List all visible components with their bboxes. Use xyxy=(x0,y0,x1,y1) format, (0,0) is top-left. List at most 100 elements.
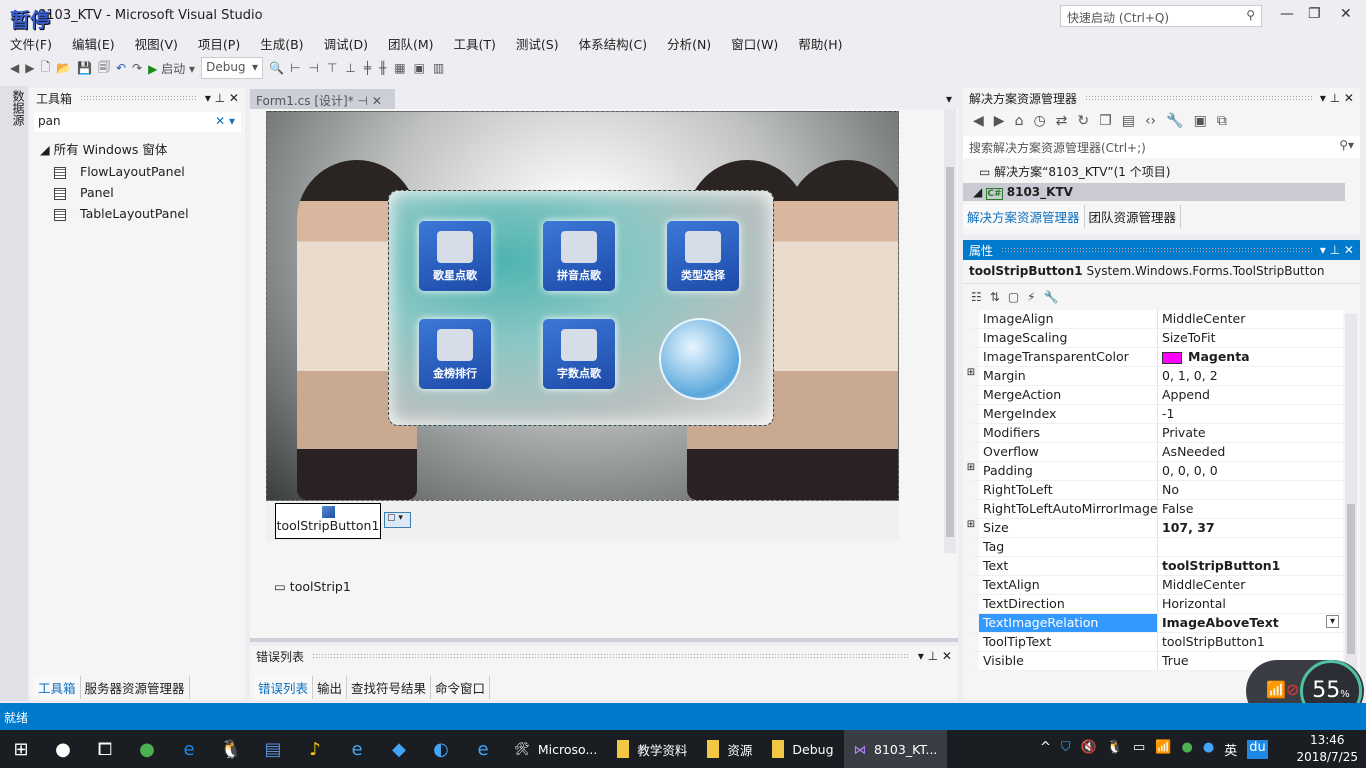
edge-icon[interactable]: e xyxy=(168,739,210,760)
task-view-icon[interactable]: ⧠ xyxy=(84,739,126,760)
taskbar-app-debug[interactable]: Debug xyxy=(762,730,843,768)
property-row[interactable]: MergeAction Append xyxy=(963,386,1343,405)
property-row[interactable]: MergeIndex -1 xyxy=(963,405,1343,424)
refresh-icon[interactable]: ↻ xyxy=(1077,113,1089,129)
tab-server-explorer[interactable]: 服务器资源管理器 xyxy=(81,676,190,699)
expand-icon[interactable]: ⊞ xyxy=(963,519,979,537)
qq-tray-icon[interactable]: 🐧 xyxy=(1107,740,1123,759)
expand-icon[interactable]: ⊞ xyxy=(963,462,979,480)
panel-controls-icon[interactable]: ▾ ⊥ ✕ xyxy=(1320,91,1354,105)
add-toolstrip-item-dropdown[interactable]: ▢ ▾ xyxy=(384,512,411,528)
battery-icon[interactable]: ▭ xyxy=(1133,740,1145,759)
expand-icon[interactable]: ⊞ xyxy=(963,367,979,385)
menu-file[interactable]: 文件(F) xyxy=(0,32,62,52)
form1-canvas[interactable]: 歌星点歌 拼音点歌 类型选择 金榜排行 字数点歌 xyxy=(266,111,899,501)
properties-scrollbar[interactable] xyxy=(1345,314,1357,694)
quick-launch-input[interactable]: 快速启动 (Ctrl+Q) ⚲ xyxy=(1060,5,1262,27)
data-sources-strip[interactable]: 数据源 xyxy=(0,86,28,701)
property-value[interactable]: 0, 1, 0, 2 xyxy=(1158,367,1343,385)
panel-controls-icon[interactable]: ▾ ⊥ ✕ xyxy=(918,649,952,663)
tool-strip-button[interactable]: toolStripButton1 xyxy=(275,503,381,539)
property-row[interactable]: RightToLeftAutoMirrorImage False xyxy=(963,500,1343,519)
scrollbar-thumb[interactable] xyxy=(946,167,954,537)
property-row[interactable]: ImageAlign MiddleCenter xyxy=(963,310,1343,329)
tab-solution-explorer[interactable]: 解决方案资源管理器 xyxy=(963,205,1085,228)
class-diagram-icon[interactable]: ⧉ xyxy=(1217,113,1227,129)
menu-help[interactable]: 帮助(H) xyxy=(788,32,852,52)
menu-tools[interactable]: 工具(T) xyxy=(444,32,506,52)
wechat-icon[interactable]: ● xyxy=(126,739,168,760)
tab-error-list[interactable]: 错误列表 xyxy=(254,676,314,699)
menu-build[interactable]: 生成(B) xyxy=(250,32,313,52)
video-editor-icon[interactable]: ▤ xyxy=(252,739,294,760)
component-tray-toolstrip1[interactable]: ▭ toolStrip1 xyxy=(274,579,351,594)
back-icon[interactable]: ◀ xyxy=(973,113,984,129)
wifi-icon[interactable]: 📶 xyxy=(1155,740,1171,759)
tab-output[interactable]: 输出 xyxy=(313,676,348,699)
word-count-song-button[interactable]: 字数点歌 xyxy=(543,319,615,389)
menu-project[interactable]: 项目(P) xyxy=(188,32,250,52)
clear-search-icon[interactable]: ✕ ▾ xyxy=(215,114,235,128)
start-icon[interactable]: ⊞ xyxy=(0,739,42,760)
forward-icon[interactable]: ▶ xyxy=(25,61,34,75)
tab-overflow-icon[interactable]: ▾ xyxy=(946,92,952,106)
save-all-icon[interactable]: 🗐 xyxy=(98,58,110,79)
home-icon[interactable]: ⌂ xyxy=(1015,113,1024,129)
property-pages-icon[interactable]: 🔧 xyxy=(1044,290,1059,304)
forward-icon[interactable]: ▶ xyxy=(994,113,1005,129)
collapse-icon[interactable]: ❐ xyxy=(1099,113,1112,129)
ranking-button[interactable]: 金榜排行 xyxy=(419,319,491,389)
property-row[interactable]: TextImageRelation ImageAboveText ▾ xyxy=(963,614,1343,633)
property-value[interactable]: Append xyxy=(1158,386,1343,404)
menu-view[interactable]: 视图(V) xyxy=(125,32,188,52)
property-value[interactable]: Magenta xyxy=(1158,348,1343,366)
property-value[interactable]: -1 xyxy=(1158,405,1343,423)
taskbar-app-teaching-materials[interactable]: 教学资料 xyxy=(607,730,697,768)
property-row[interactable]: Overflow AsNeeded xyxy=(963,443,1343,462)
config-dropdown[interactable]: Debug xyxy=(201,57,264,79)
tab-command-window[interactable]: 命令窗口 xyxy=(431,676,491,699)
property-row[interactable]: ImageTransparentColor Magenta xyxy=(963,348,1343,367)
project-node[interactable]: ◢ C# 8103_KTV xyxy=(963,183,1345,201)
history-icon[interactable]: ◷ xyxy=(1033,113,1045,129)
property-row[interactable]: ToolTipText toolStripButton1 xyxy=(963,633,1343,652)
dropdown-button[interactable]: ▾ xyxy=(1325,615,1339,628)
property-row[interactable]: TextAlign MiddleCenter xyxy=(963,576,1343,595)
clock[interactable]: 13:46 2018/7/25 xyxy=(1296,732,1358,766)
panel-controls-icon[interactable]: ▾ ⊥ ✕ xyxy=(1320,243,1354,257)
property-row[interactable]: ⊞ Size 107, 37 xyxy=(963,519,1343,538)
property-value[interactable]: toolStripButton1 xyxy=(1158,633,1343,651)
toolbox-item-tablelayoutpanel[interactable]: TableLayoutPanel xyxy=(40,203,245,224)
property-value[interactable]: 107, 37 xyxy=(1158,519,1343,537)
sync-icon[interactable]: ⇄ xyxy=(1056,113,1068,129)
preview-icon[interactable]: ▣ xyxy=(1194,113,1207,129)
property-value[interactable]: MiddleCenter xyxy=(1158,576,1343,594)
security-icon[interactable]: ⛉ xyxy=(1061,740,1071,759)
property-value[interactable]: SizeToFit xyxy=(1158,329,1343,347)
menu-window[interactable]: 窗口(W) xyxy=(721,32,788,52)
menu-edit[interactable]: 编辑(E) xyxy=(62,32,125,52)
dingtalk-tray-icon[interactable]: ● xyxy=(1203,740,1214,759)
minimize-button[interactable]: — xyxy=(1280,6,1294,22)
close-tab-icon[interactable]: ✕ xyxy=(372,94,382,108)
show-all-icon[interactable]: ▤ xyxy=(1122,113,1135,129)
open-icon[interactable]: 📂 xyxy=(56,61,71,75)
property-value[interactable]: toolStripButton1 xyxy=(1158,557,1343,575)
ie-icon[interactable]: e xyxy=(336,739,378,760)
property-row[interactable]: Modifiers Private xyxy=(963,424,1343,443)
singer-song-button[interactable]: 歌星点歌 xyxy=(419,221,491,291)
redo-icon[interactable]: ↷ xyxy=(132,61,142,75)
properties-icon[interactable]: ▢ xyxy=(1008,290,1019,304)
splitter[interactable] xyxy=(250,638,958,642)
property-row[interactable]: Text toolStripButton1 xyxy=(963,557,1343,576)
property-row[interactable]: ⊞ Padding 0, 0, 0, 0 xyxy=(963,462,1343,481)
property-value[interactable]: ImageAboveText ▾ xyxy=(1158,614,1343,632)
property-value[interactable]: Private xyxy=(1158,424,1343,442)
property-value[interactable] xyxy=(1158,538,1343,556)
data-sources-tab[interactable]: 数据源 xyxy=(10,90,27,126)
pinyin-song-button[interactable]: 拼音点歌 xyxy=(543,221,615,291)
toolbox-search-input[interactable]: pan ✕ ▾ xyxy=(34,112,241,132)
menu-analyze[interactable]: 分析(N) xyxy=(657,32,721,52)
start-button[interactable]: ▶ 启动 ▾ xyxy=(148,60,195,77)
menu-architecture[interactable]: 体系结构(C) xyxy=(569,32,657,52)
